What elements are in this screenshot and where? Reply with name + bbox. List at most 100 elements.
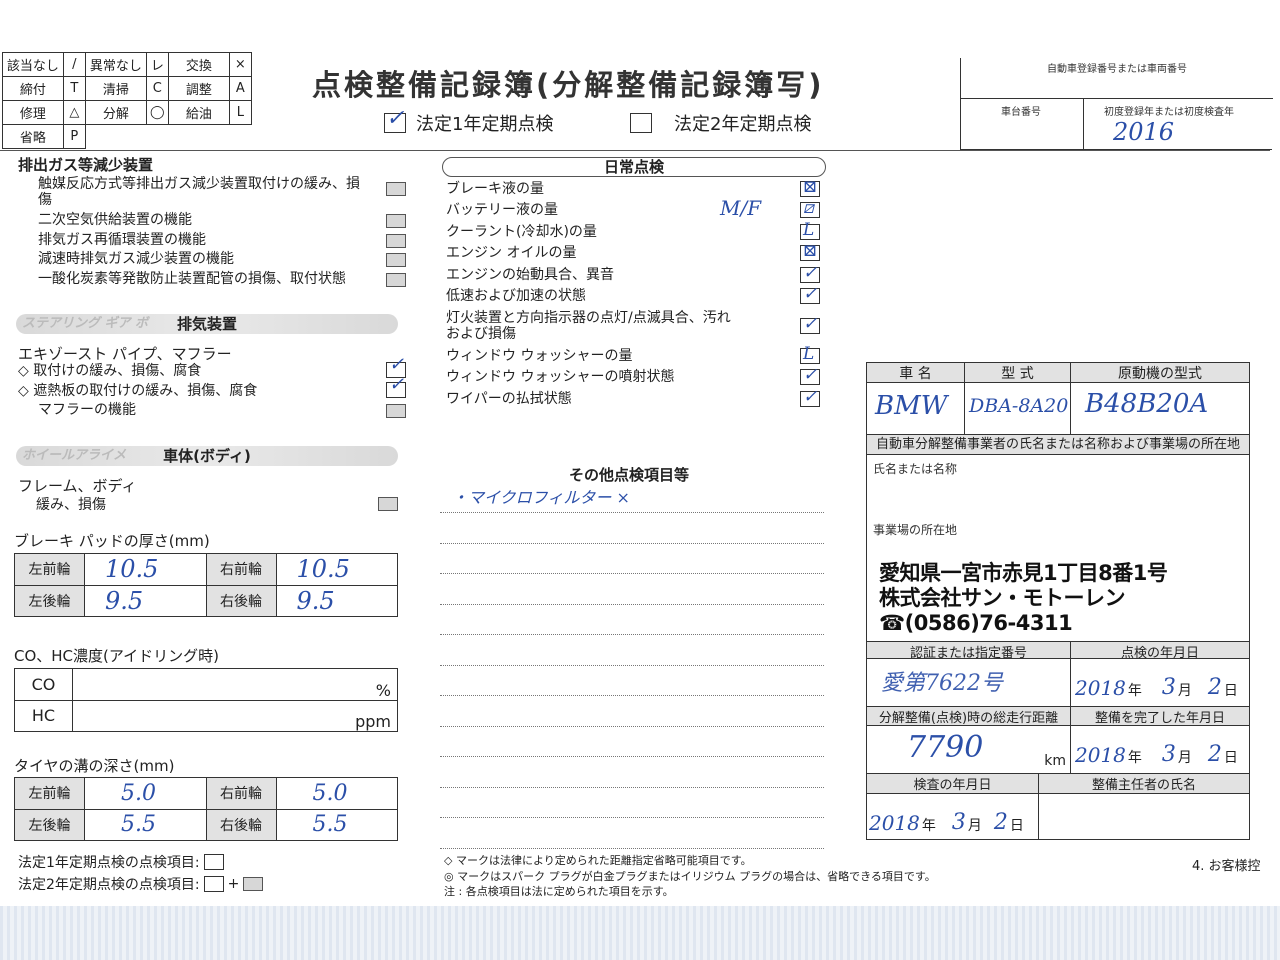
body-title: 車体(ボディ): [163, 447, 251, 465]
check-box[interactable]: ✓: [800, 314, 820, 334]
legend-table: 該当なし / 異常なしレ交換 × 締付 T 清掃 C 調整 A 修理 △ 分解 ◯ 給油 L 省略 P: [2, 52, 253, 149]
header-rule: [0, 150, 1270, 151]
exam-date-value[interactable]: 2018 年 3月 2日: [867, 794, 1039, 839]
check-box[interactable]: ⊠: [800, 241, 820, 262]
check-box[interactable]: [378, 497, 398, 511]
legend-symbol: △: [62, 100, 86, 125]
legend-term: 清掃: [84, 76, 147, 101]
inspect-date-value[interactable]: 2018 年 3月 2日: [1071, 659, 1249, 706]
check-box[interactable]: ⊠: [800, 177, 820, 197]
legend-term: 締付: [2, 76, 64, 101]
brake-fl-label: 左前輪: [14, 553, 85, 586]
exhaust-system-bar: ステアリング ギア ボ 排気装置: [16, 314, 398, 334]
check-box[interactable]: [386, 233, 406, 248]
body-item: 緩み、損傷: [36, 494, 398, 514]
cert-value[interactable]: 愛第7622号: [867, 659, 1071, 706]
co-label: CO: [14, 668, 73, 701]
tire-fl-value[interactable]: 5.0: [84, 777, 207, 810]
check-mark-icon: ✓: [389, 354, 405, 375]
legend-symbol: C: [145, 76, 169, 101]
check-box[interactable]: ✓: [800, 263, 820, 283]
odometer-value[interactable]: 7790 km: [867, 726, 1071, 773]
shop-name-label: 氏名または名称: [873, 462, 958, 476]
daily-item: ブレーキ液の量 ⊠: [446, 177, 822, 200]
brake-rr-value[interactable]: 9.5: [275, 584, 398, 617]
tire-title: タイヤの溝の深さ(mm): [14, 757, 175, 775]
legend-term: 異常なし: [84, 52, 147, 77]
footnote-1: ◇ マークは法律により定められた距離指定省略可能項目です。: [444, 854, 752, 867]
check-box[interactable]: [386, 404, 406, 418]
daily-item: 灯火装置と方向指示器の点灯/点滅具合、汚れおよび損傷 ✓: [446, 307, 822, 345]
check-box[interactable]: [386, 182, 406, 196]
check-box[interactable]: L: [800, 344, 820, 364]
co-unit[interactable]: %: [72, 668, 398, 701]
legend-term: 調整: [167, 76, 230, 101]
list-item: 減速時排気ガス減少装置の機能: [38, 250, 406, 270]
legend-symbol: A: [228, 76, 253, 101]
blank-line: [440, 573, 824, 574]
legend-term: 修理: [2, 100, 64, 125]
check-mark-icon: ✓: [803, 262, 818, 283]
brake-fl-value[interactable]: 10.5: [84, 553, 207, 586]
check1-box[interactable]: ✓: [384, 106, 406, 133]
check2-box[interactable]: [630, 113, 652, 133]
legend-symbol: T: [62, 76, 86, 101]
brake-rl-value[interactable]: 9.5: [84, 584, 207, 617]
engine-label: 原動機の型式: [1118, 366, 1202, 382]
legend-term: 交換: [167, 52, 230, 77]
complete-date-value[interactable]: 2018 年 3月 2日: [1071, 726, 1249, 773]
check-mark-icon: ✓: [803, 284, 818, 305]
blank-line: [440, 664, 824, 666]
odo-row-header: 分解整備(点検)時の総走行距離 整備を完了した年月日: [867, 707, 1249, 726]
check-box[interactable]: ✓: [800, 284, 820, 305]
chassis-label: 車台番号: [1001, 107, 1041, 118]
daily-item: エンジン オイルの量 ⊠: [446, 241, 822, 265]
check-box[interactable]: [386, 253, 406, 267]
brake-pad-table: 左前輪 10.5 右前輪 10.5 左後輪 9.5 右後輪 9.5: [14, 553, 398, 617]
blank-line: [440, 542, 824, 544]
tire-rr-value[interactable]: 5.5: [275, 808, 398, 841]
blank-line: [440, 786, 824, 788]
model-value[interactable]: DBA-8A20: [965, 383, 1071, 434]
hc-unit[interactable]: ppm: [72, 699, 398, 732]
check-box[interactable]: L: [800, 220, 820, 240]
check1-label: 法定1年定期点検: [416, 114, 554, 135]
vehicle-values-row: BMW DBA-8A20 B48B20A: [867, 383, 1249, 435]
check-box[interactable]: ✓: [800, 365, 820, 386]
check-box[interactable]: ✓: [386, 374, 406, 398]
mechanic-value[interactable]: [1039, 794, 1249, 839]
battery-note: M/F: [720, 196, 762, 220]
legend-symbol: ◯: [145, 100, 169, 125]
list-item: 排気ガス再循環装置の機能: [38, 231, 406, 251]
other-entry[interactable]: ・マイクロフィルター ×: [452, 484, 630, 508]
car-name-value[interactable]: BMW: [867, 383, 965, 434]
blank-line: [440, 756, 824, 757]
daily-item: ワイパーの払拭状態 ✓: [446, 387, 822, 410]
faded-label: ステアリング ギア ボ: [22, 316, 149, 331]
cert-label: 認証または指定番号: [867, 642, 1071, 661]
brake-fr-value[interactable]: 10.5: [275, 553, 398, 586]
other-title: その他点検項目等: [569, 466, 690, 484]
check-box[interactable]: [386, 214, 406, 228]
check-box[interactable]: [386, 272, 406, 287]
check-box[interactable]: ⧄: [800, 198, 820, 219]
vehicle-header-row: 車 名 型 式 原動機の型式: [867, 363, 1249, 383]
cert-row-header: 認証または指定番号 点検の年月日: [867, 641, 1249, 661]
tire-fl-label: 左前輪: [14, 777, 85, 810]
co-hc-table: CO % HC ppm: [14, 668, 398, 732]
check-box[interactable]: ✓: [800, 387, 820, 407]
check-mark-icon: ✓: [803, 365, 818, 386]
car-name-label: 車 名: [867, 363, 965, 382]
tire-rl-value[interactable]: 5.5: [84, 808, 207, 841]
legend-term: [85, 125, 146, 149]
check-mark-icon: ✓: [389, 373, 405, 395]
footnote-2: ◎ マークはスパーク プラグが白金プラグまたはイリジウム プラグの場合は、省略で…: [444, 870, 936, 883]
page-bottom-edge: [0, 906, 1280, 960]
daily-list: ブレーキ液の量 ⊠ バッテリー液の量 ⧄ クーラント(冷却水)の量 L エンジン オイルの量…: [446, 177, 822, 410]
legend-term: 省略: [2, 124, 64, 149]
blank-line: [440, 725, 824, 727]
tire-fr-value[interactable]: 5.0: [275, 777, 398, 810]
tire-table: 左前輪 5.0 右前輪 5.0 左後輪 5.5 右後輪 5.5: [14, 777, 398, 841]
engine-value[interactable]: B48B20A: [1071, 383, 1249, 434]
shop-header: 自動車分解整備事業者の氏名または名称および事業場の所在地: [867, 435, 1249, 455]
